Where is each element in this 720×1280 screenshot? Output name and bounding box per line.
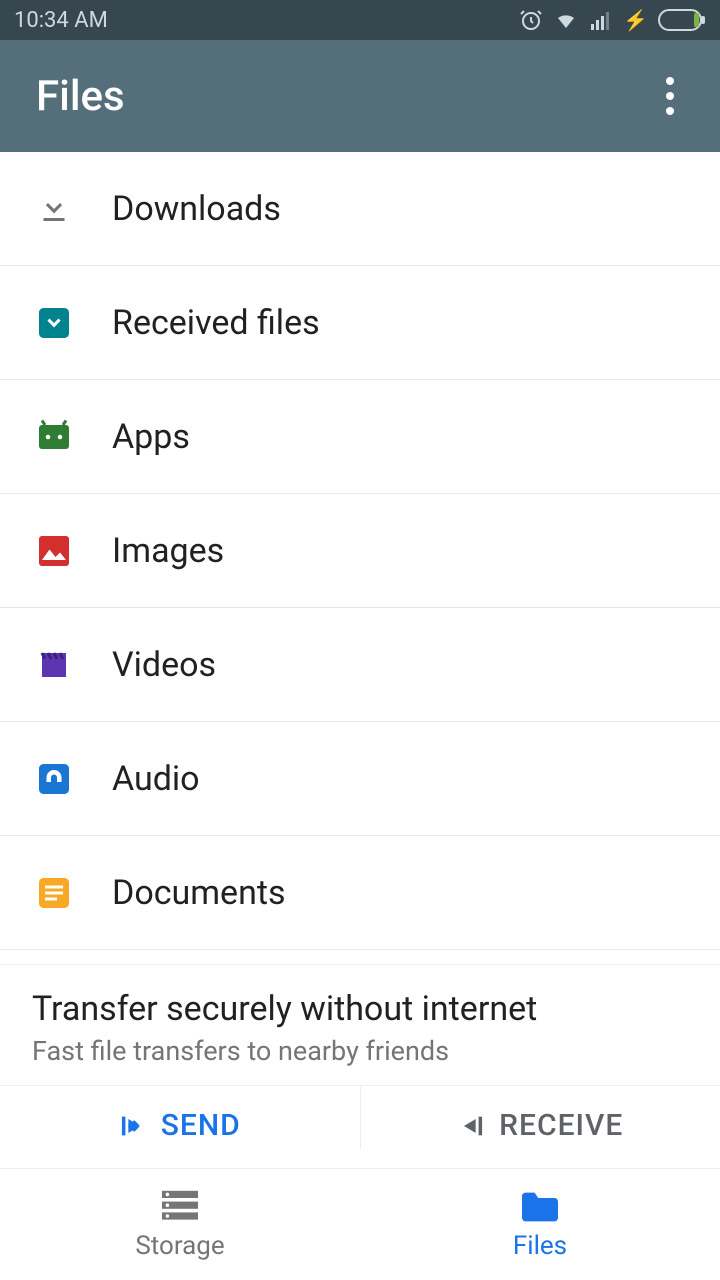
category-label: Apps bbox=[112, 417, 190, 457]
send-button[interactable]: SEND bbox=[0, 1086, 361, 1149]
transfer-buttons: SEND RECEIVE bbox=[0, 1085, 720, 1149]
nav-files[interactable]: Files bbox=[360, 1169, 720, 1280]
transfer-subtitle: Fast file transfers to nearby friends bbox=[32, 1035, 688, 1067]
apps-icon bbox=[36, 419, 72, 455]
transfer-header: Transfer securely without internet Fast … bbox=[0, 965, 720, 1085]
category-label: Downloads bbox=[112, 189, 281, 229]
app-bar: Files bbox=[0, 40, 720, 152]
category-videos[interactable]: Videos bbox=[0, 608, 720, 722]
category-label: Received files bbox=[112, 303, 320, 343]
wifi-icon bbox=[553, 8, 579, 32]
send-arrow-icon bbox=[119, 1112, 147, 1140]
received-icon bbox=[36, 305, 72, 341]
battery-icon bbox=[658, 9, 706, 31]
transfer-title: Transfer securely without internet bbox=[32, 989, 688, 1029]
receive-arrow-icon bbox=[457, 1112, 485, 1140]
folder-icon bbox=[518, 1189, 562, 1225]
audio-icon bbox=[36, 761, 72, 797]
bottom-nav: Storage Files bbox=[0, 1168, 720, 1280]
status-bar: 10:34 AM ⚡ bbox=[0, 0, 720, 40]
videos-icon bbox=[36, 647, 72, 683]
receive-label: RECEIVE bbox=[499, 1108, 623, 1143]
signal-icon bbox=[589, 8, 613, 32]
storage-icon bbox=[158, 1189, 202, 1225]
nav-files-label: Files bbox=[513, 1231, 567, 1261]
transfer-section: Transfer securely without internet Fast … bbox=[0, 964, 720, 1149]
category-label: Documents bbox=[112, 873, 286, 913]
category-label: Audio bbox=[112, 759, 200, 799]
alarm-icon bbox=[519, 8, 543, 32]
nav-storage-label: Storage bbox=[135, 1231, 224, 1261]
category-list: Downloads Received files Apps Images Vid… bbox=[0, 152, 720, 950]
status-icons: ⚡ bbox=[519, 8, 706, 32]
charging-icon: ⚡ bbox=[623, 8, 648, 32]
receive-button[interactable]: RECEIVE bbox=[361, 1086, 720, 1149]
app-title: Files bbox=[36, 72, 125, 121]
category-documents[interactable]: Documents bbox=[0, 836, 720, 950]
category-images[interactable]: Images bbox=[0, 494, 720, 608]
category-apps[interactable]: Apps bbox=[0, 380, 720, 494]
documents-icon bbox=[36, 875, 72, 911]
more-options-button[interactable] bbox=[656, 67, 684, 125]
send-label: SEND bbox=[161, 1108, 241, 1143]
download-icon bbox=[36, 191, 72, 227]
status-time: 10:34 AM bbox=[14, 8, 108, 33]
images-icon bbox=[36, 533, 72, 569]
category-audio[interactable]: Audio bbox=[0, 722, 720, 836]
category-label: Videos bbox=[112, 645, 216, 685]
nav-storage[interactable]: Storage bbox=[0, 1169, 360, 1280]
category-downloads[interactable]: Downloads bbox=[0, 152, 720, 266]
category-label: Images bbox=[112, 531, 224, 571]
category-received-files[interactable]: Received files bbox=[0, 266, 720, 380]
